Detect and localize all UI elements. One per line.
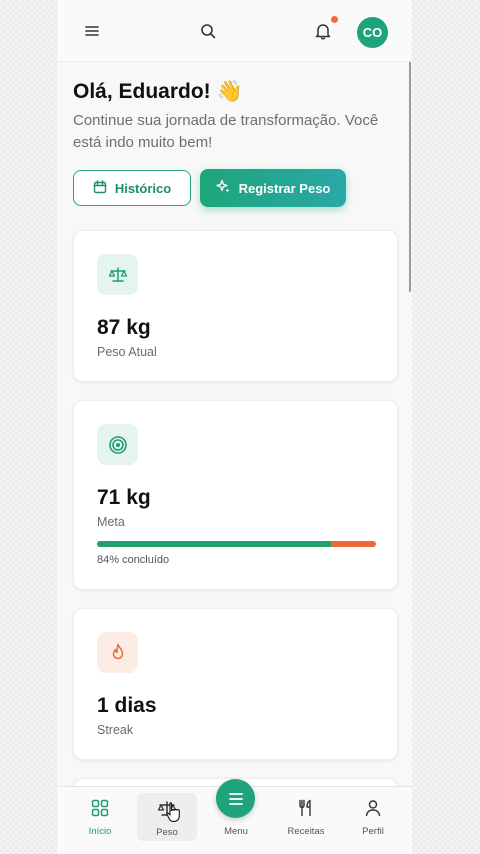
nav-item-perfil[interactable]: Perfil	[343, 787, 403, 845]
current-weight-value: 87 kg	[97, 316, 151, 339]
goal-card: 71 kg Meta 84% concluído	[73, 400, 398, 590]
wave-emoji: 👋	[216, 80, 243, 103]
current-weight-label: Peso Atual	[97, 345, 157, 359]
goal-progress-fill	[97, 541, 332, 547]
greeting-subtitle: Continue sua jornada de transformação. V…	[73, 112, 379, 151]
streak-label: Streak	[97, 723, 134, 737]
calendar-icon	[93, 179, 107, 197]
notification-dot	[331, 16, 338, 23]
goal-progress-bar	[97, 541, 376, 547]
pointer-cursor-icon	[165, 801, 181, 827]
flame-icon	[97, 632, 138, 673]
user-icon	[364, 799, 382, 821]
nav-label-menu: Menu	[224, 826, 248, 837]
history-button-label: Histórico	[114, 180, 172, 196]
app-screen: CO Olá, Eduardo! 👋 Continue sua jornada d…	[56, 0, 412, 854]
nav-label-inicio: Início	[88, 826, 112, 837]
nav-label-perfil: Perfil	[362, 826, 384, 837]
nav-item-receitas[interactable]: Receitas	[276, 787, 336, 845]
top-header: CO	[57, 0, 411, 62]
greeting-text: Olá, Eduardo!	[73, 80, 211, 103]
menu-icon[interactable]	[81, 20, 103, 42]
nav-item-inicio[interactable]: Início	[70, 787, 130, 845]
goal-label: Meta	[97, 515, 125, 529]
bell-icon[interactable]	[312, 20, 334, 42]
goal-value: 71 kg	[97, 486, 151, 509]
scale-icon	[97, 254, 138, 295]
bottom-nav: Início Peso Menu Receitas Perfil	[57, 779, 412, 854]
search-icon[interactable]	[197, 20, 219, 42]
menu-fab-button[interactable]	[216, 779, 255, 818]
register-weight-label: Registrar Peso	[238, 180, 331, 196]
streak-value: 1 dias	[97, 694, 157, 717]
current-weight-card: 87 kg Peso Atual	[73, 230, 398, 382]
streak-card: 1 dias Streak	[73, 608, 398, 760]
utensils-icon	[297, 799, 315, 821]
history-button[interactable]: Histórico	[73, 170, 191, 206]
goal-progress-text: 84% concluído	[97, 554, 170, 566]
dashboard-icon	[91, 799, 109, 821]
nav-label-peso: Peso	[156, 827, 178, 838]
nav-label-receitas: Receitas	[287, 826, 325, 837]
register-weight-button[interactable]: Registrar Peso	[200, 169, 346, 207]
greeting-title: Olá, Eduardo! 👋	[73, 80, 243, 104]
sparkles-icon	[215, 179, 231, 197]
avatar[interactable]: CO	[357, 17, 388, 48]
target-icon	[97, 424, 138, 465]
